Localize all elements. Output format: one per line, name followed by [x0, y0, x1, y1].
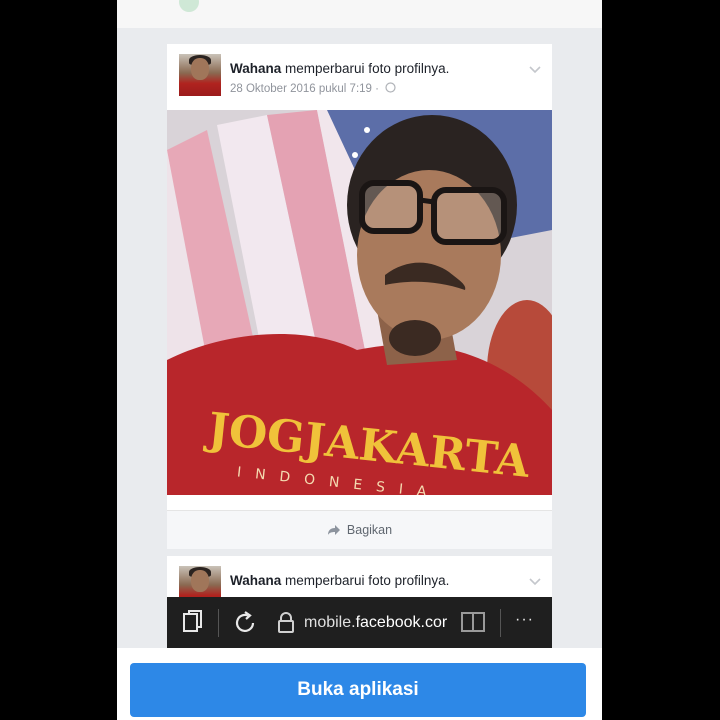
tabs-icon[interactable] — [181, 609, 205, 635]
mobile-screen: Wahana memperbarui foto profilnya. 28 Ok… — [117, 0, 602, 720]
feed-post: Wahana memperbarui foto profilnya. 28 Ok… — [167, 44, 552, 549]
avatar[interactable] — [179, 54, 221, 96]
reading-view-icon[interactable] — [460, 609, 486, 635]
post-action: memperbarui foto profilnya. — [285, 573, 450, 588]
more-menu-button[interactable]: ··· — [515, 611, 534, 629]
post-header: Wahana memperbarui foto profilnya. — [230, 61, 449, 76]
status-dot-icon — [179, 0, 199, 12]
lock-icon — [278, 612, 294, 633]
reload-icon[interactable] — [231, 609, 259, 637]
chevron-down-icon[interactable] — [528, 574, 542, 588]
browser-toolbar: mobile.facebook.cor ··· — [167, 597, 552, 649]
previous-post-edge — [117, 0, 602, 28]
url-domain: facebook.cor — [355, 614, 448, 631]
profile-photo[interactable]: JOGJAKARTA INDONESIA — [167, 110, 552, 495]
address-bar[interactable]: mobile.facebook.cor — [304, 614, 474, 632]
profile-photo-image: JOGJAKARTA INDONESIA — [167, 110, 552, 495]
chevron-down-icon[interactable] — [528, 62, 542, 76]
post-action: memperbarui foto profilnya. — [285, 61, 450, 76]
share-arrow-icon — [327, 525, 340, 535]
share-label: Bagikan — [346, 523, 393, 537]
url-prefix: mobile. — [304, 614, 356, 631]
author-name[interactable]: Wahana — [230, 61, 281, 76]
author-name[interactable]: Wahana — [230, 573, 281, 588]
open-app-button[interactable]: Buka aplikasi — [130, 663, 586, 717]
timestamp-text: 28 Oktober 2016 pukul 7:19 · — [230, 83, 379, 95]
post-timestamp[interactable]: 28 Oktober 2016 pukul 7:19 · — [230, 82, 396, 95]
divider — [218, 609, 219, 637]
privacy-icon — [385, 82, 396, 93]
share-button[interactable]: Bagikan — [167, 510, 552, 549]
post-header: Wahana memperbarui foto profilnya. — [230, 573, 449, 588]
divider — [500, 609, 501, 637]
